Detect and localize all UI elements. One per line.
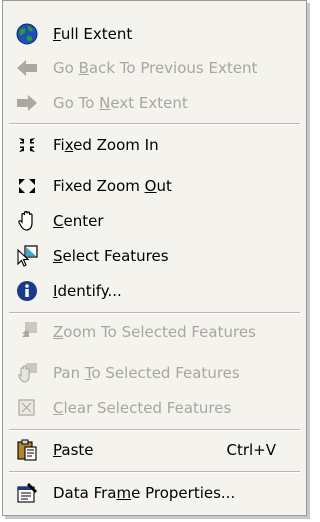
menu-separator <box>9 123 300 125</box>
menu-item-label: Zoom To Selected Features <box>53 323 256 341</box>
pan-to-selected-icon <box>15 361 39 385</box>
menu-item-label: Select Features <box>53 247 169 265</box>
menu-item-full-extent[interactable]: Full Extent <box>3 17 306 51</box>
properties-icon <box>15 481 39 505</box>
menu-item-label: Data Frame Properties... <box>53 484 236 502</box>
menu-item-identify[interactable]: Identify... <box>3 274 306 308</box>
select-arrow-icon <box>15 244 39 268</box>
paste-shortcut: Ctrl+V <box>226 441 276 459</box>
globe-icon <box>15 22 39 46</box>
menu-item-label: Center <box>53 212 104 230</box>
paste-clipboard-icon <box>15 438 39 462</box>
menu-item-paste[interactable]: Paste Ctrl+V <box>3 433 306 467</box>
menu-separator <box>9 429 300 431</box>
clear-selection-icon <box>15 396 39 420</box>
zoom-in-arrows-icon <box>15 133 39 157</box>
menu-item-label: Clear Selected Features <box>53 399 232 417</box>
arrow-left-icon <box>15 56 39 80</box>
menu-item-go-back[interactable]: Go Back To Previous Extent <box>3 51 306 85</box>
menu-item-label: Full Extent <box>53 25 133 43</box>
context-menu: Full Extent Go Back To Previous Extent G… <box>2 0 307 516</box>
hand-pan-icon <box>15 209 39 233</box>
menu-item-fixed-zoom-in[interactable]: Fixed Zoom In <box>3 128 306 162</box>
menu-item-label: Paste <box>53 441 94 459</box>
menu-item-label: Pan To Selected Features <box>53 364 240 382</box>
menu-item-label: Go To Next Extent <box>53 94 188 112</box>
zoom-to-selected-icon <box>15 320 39 344</box>
menu-item-pan-to-selected[interactable]: Pan To Selected Features <box>3 356 306 390</box>
menu-item-label: Go Back To Previous Extent <box>53 59 258 77</box>
menu-item-clear-selected[interactable]: Clear Selected Features <box>3 391 306 425</box>
menu-item-label: Identify... <box>53 282 122 300</box>
menu-item-label: Fixed Zoom Out <box>53 177 172 195</box>
menu-item-zoom-to-selected[interactable]: Zoom To Selected Features <box>3 315 306 349</box>
menu-item-data-frame-properties[interactable]: Data Frame Properties... <box>3 476 306 510</box>
menu-item-label: Fixed Zoom In <box>53 136 159 154</box>
menu-item-center[interactable]: Center <box>3 204 306 238</box>
info-icon <box>15 279 39 303</box>
menu-separator <box>9 312 300 314</box>
menu-item-fixed-zoom-out[interactable]: Fixed Zoom Out <box>3 169 306 203</box>
menu-separator <box>9 471 300 473</box>
menu-item-select-features[interactable]: Select Features <box>3 239 306 273</box>
menu-item-go-next[interactable]: Go To Next Extent <box>3 86 306 120</box>
zoom-out-arrows-icon <box>15 174 39 198</box>
arrow-right-icon <box>15 91 39 115</box>
